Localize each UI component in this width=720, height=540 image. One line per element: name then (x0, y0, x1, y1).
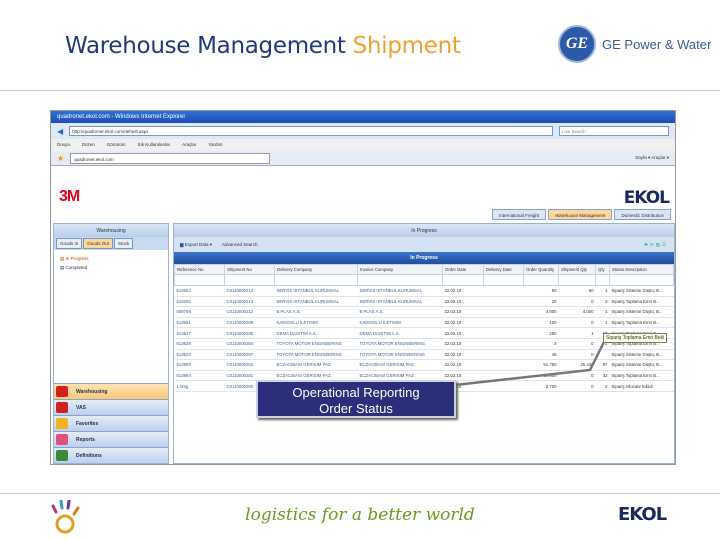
callout-box: Operational Reporting Order Status (256, 380, 456, 418)
footer-divider (0, 493, 720, 494)
callout-line2: Order Status (319, 401, 393, 416)
callout-connector (454, 339, 607, 387)
footer-ekol-logo: EKOL (618, 504, 667, 525)
status-tooltip: Sipariş Toplama Emri Bekl (603, 333, 668, 343)
tagline: logistics for a better world (245, 505, 475, 525)
callout-line1: Operational Reporting (292, 385, 420, 400)
